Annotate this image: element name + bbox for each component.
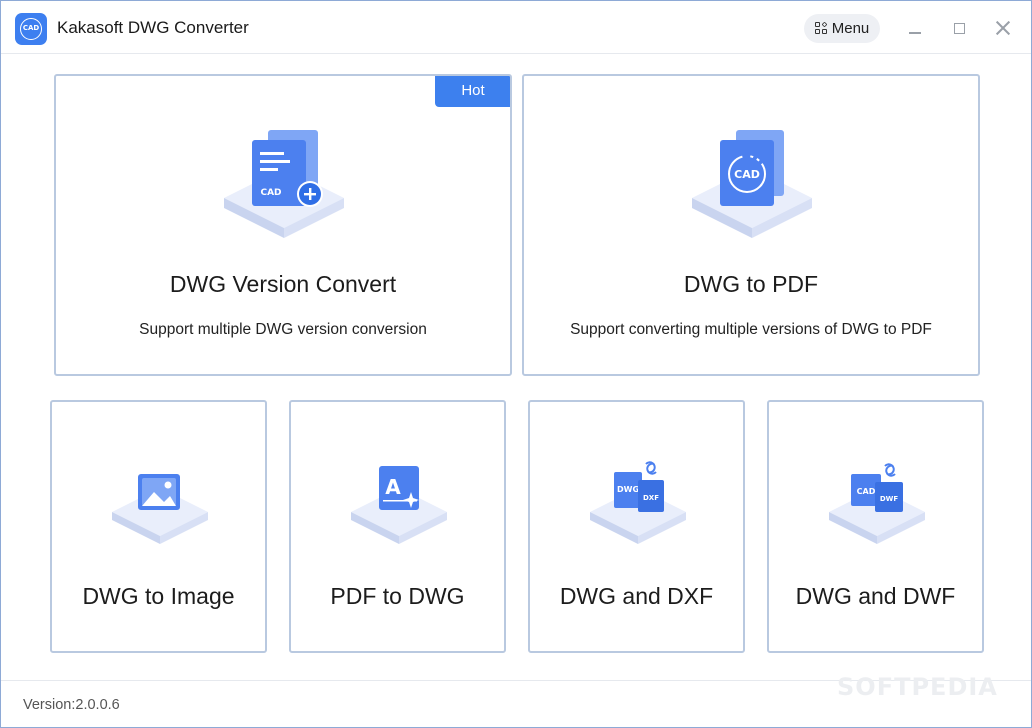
card-title: DWG Version Convert: [169, 271, 397, 297]
maximize-button[interactable]: [946, 15, 972, 41]
cad-add-icon: CAD: [224, 130, 344, 238]
pdf-text-icon: A: [351, 466, 447, 544]
minimize-button[interactable]: [902, 15, 928, 41]
card-description: Support converting multiple versions of …: [570, 321, 932, 338]
svg-text:DWF: DWF: [880, 495, 899, 503]
title-bar: CAD Kakasoft DWG Converter Menu: [1, 1, 1031, 54]
svg-text:CAD: CAD: [734, 168, 760, 181]
menu-grid-icon: [814, 21, 829, 36]
hot-badge: Hot: [435, 76, 510, 107]
cad-pdf-icon: CAD: [692, 130, 812, 238]
app-window: CAD Kakasoft DWG Converter Menu Hot CAD …: [0, 0, 1032, 728]
svg-text:DWG: DWG: [617, 485, 639, 494]
svg-text:A: A: [385, 475, 401, 499]
card-title: PDF to DWG: [330, 583, 465, 609]
close-button[interactable]: [990, 15, 1016, 41]
menu-label: Menu: [831, 20, 870, 37]
menu-button[interactable]: Menu: [804, 14, 880, 43]
softpedia-watermark: SOFTPEDIA: [837, 673, 998, 701]
card-dwg-to-image[interactable]: DWG to Image: [50, 400, 267, 653]
app-logo-icon: CAD: [15, 13, 47, 45]
svg-text:CAD: CAD: [857, 487, 876, 496]
minimize-icon: [909, 32, 921, 34]
card-description: Support multiple DWG version conversion: [139, 321, 427, 338]
card-title: DWG and DWF: [795, 583, 956, 609]
image-icon: [112, 474, 208, 544]
card-dwg-to-pdf[interactable]: CAD DWG to PDF Support converting multip…: [522, 74, 980, 376]
card-dwg-version-convert[interactable]: Hot CAD DWG Version Convert Support mult…: [54, 74, 512, 376]
app-logo-text: CAD: [20, 18, 42, 40]
close-icon: [996, 21, 1010, 35]
card-dwg-and-dwf[interactable]: CAD DWF DWG and DWF: [767, 400, 984, 653]
maximize-icon: [953, 22, 965, 34]
card-title: DWG to Image: [82, 583, 235, 609]
svg-text:DXF: DXF: [643, 494, 659, 502]
cad-dwf-icon: CAD DWF: [829, 463, 925, 544]
window-title: Kakasoft DWG Converter: [57, 18, 249, 37]
dwg-dxf-icon: DWG DXF: [590, 461, 686, 544]
version-label: Version:2.0.0.6: [23, 697, 120, 713]
card-dwg-and-dxf[interactable]: DWG DXF DWG and DXF: [528, 400, 745, 653]
svg-text:CAD: CAD: [260, 188, 281, 198]
card-title: DWG to PDF: [683, 271, 819, 297]
card-pdf-to-dwg[interactable]: A PDF to DWG: [289, 400, 506, 653]
card-title: DWG and DXF: [559, 583, 714, 609]
